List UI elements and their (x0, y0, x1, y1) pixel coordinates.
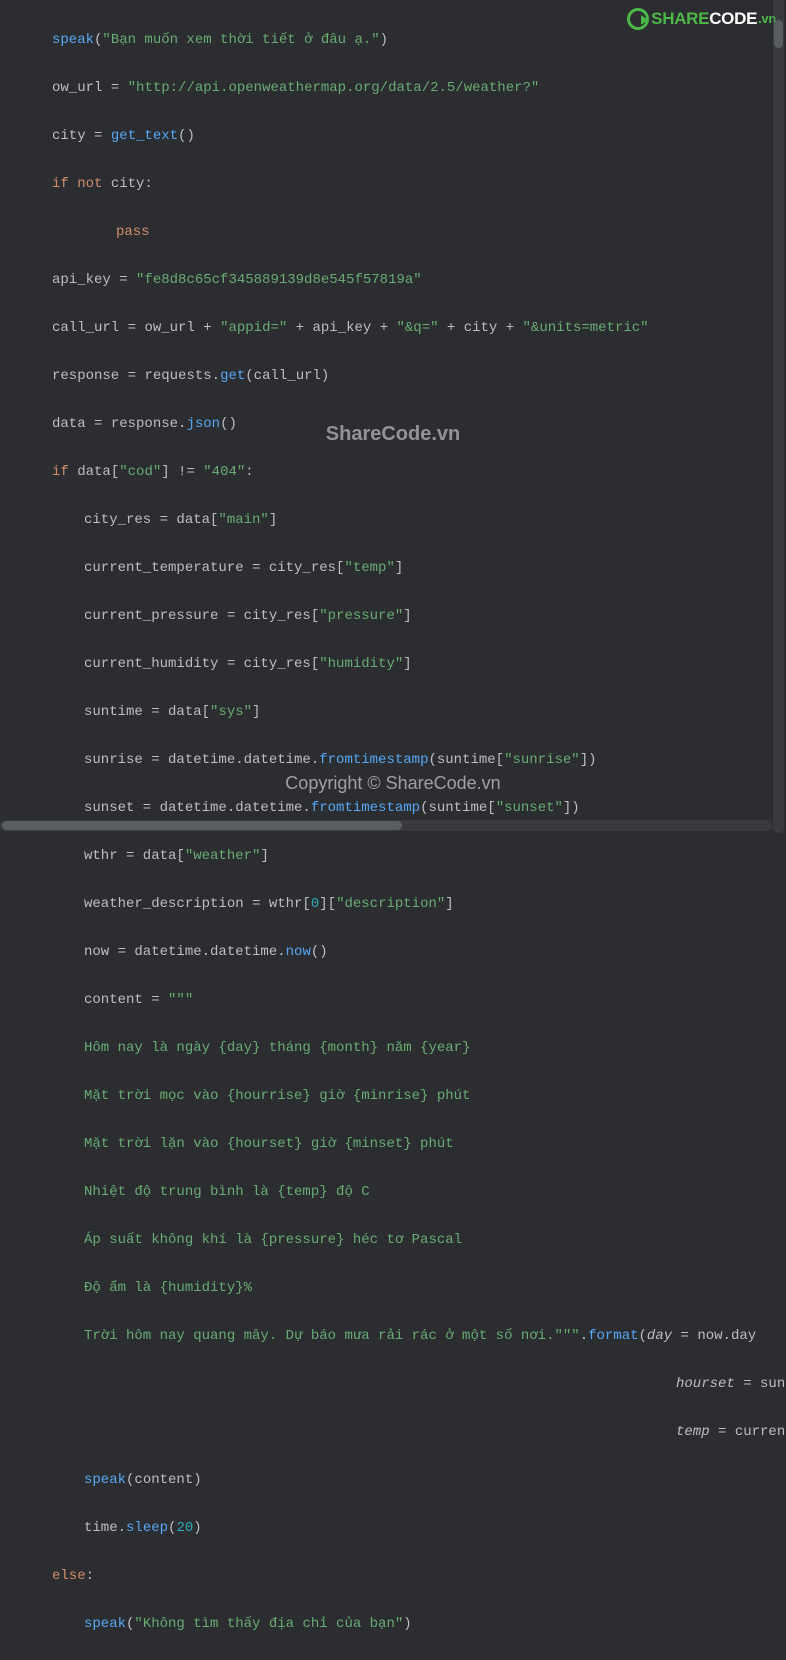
vertical-scrollbar[interactable] (773, 0, 784, 833)
code-line: response = requests.get(call_url) (52, 364, 785, 388)
code-line: speak("Bạn muốn xem thời tiết ở đâu ạ.") (52, 28, 785, 52)
code-line: sunrise = datetime.datetime.fromtimestam… (52, 748, 785, 772)
code-line: Áp suất không khí là {pressure} héc tơ P… (52, 1228, 785, 1252)
code-line: Mặt trời mọc vào {hourrise} giờ {minrise… (52, 1084, 785, 1108)
code-line: if not city: (52, 172, 785, 196)
code-line: content = """ (52, 988, 785, 1012)
horizontal-scrollbar[interactable] (0, 820, 772, 831)
code-line: ow_url = "http://api.openweathermap.org/… (52, 76, 785, 100)
horizontal-scroll-thumb[interactable] (2, 821, 402, 830)
code-line: current_pressure = city_res["pressure"] (52, 604, 785, 628)
code-line: wthr = data["weather"] (52, 844, 785, 868)
code-line: now = datetime.datetime.now() (52, 940, 785, 964)
code-line: time.sleep(20) (52, 1516, 785, 1540)
code-line: sunset = datetime.datetime.fromtimestamp… (52, 796, 785, 820)
code-line: Hôm nay là ngày {day} tháng {month} năm … (52, 1036, 785, 1060)
code-line: call_url = ow_url + "appid=" + api_key +… (52, 316, 785, 340)
code-line: current_temperature = city_res["temp"] (52, 556, 785, 580)
code-line: else: (52, 1564, 785, 1588)
code-line: speak("Không tìm thấy địa chỉ của bạn") (52, 1612, 785, 1636)
vertical-scroll-thumb[interactable] (774, 20, 783, 48)
code-line: Nhiệt độ trung bình là {temp} độ C (52, 1180, 785, 1204)
code-line: api_key = "fe8d8c65cf345889139d8e545f578… (52, 268, 785, 292)
code-line: city = get_text() (52, 124, 785, 148)
code-line: suntime = data["sys"] (52, 700, 785, 724)
code-line: temp = curren (52, 1420, 785, 1444)
code-line: city_res = data["main"] (52, 508, 785, 532)
code-line: Trời hôm nay quang mây. Dự báo mưa rải r… (52, 1324, 785, 1348)
code-line: pass (52, 220, 785, 244)
code-line: Mặt trời lặn vào {hourset} giờ {minset} … (52, 1132, 785, 1156)
code-line: if data["cod"] != "404": (52, 460, 785, 484)
code-line: weather_description = wthr[0]["descripti… (52, 892, 785, 916)
code-line: hourset = sun (52, 1372, 785, 1396)
code-line: data = response.json() (52, 412, 785, 436)
code-line: current_humidity = city_res["humidity"] (52, 652, 785, 676)
code-line: speak(content) (52, 1468, 785, 1492)
code-line: Độ ẩm là {humidity}% (52, 1276, 785, 1300)
